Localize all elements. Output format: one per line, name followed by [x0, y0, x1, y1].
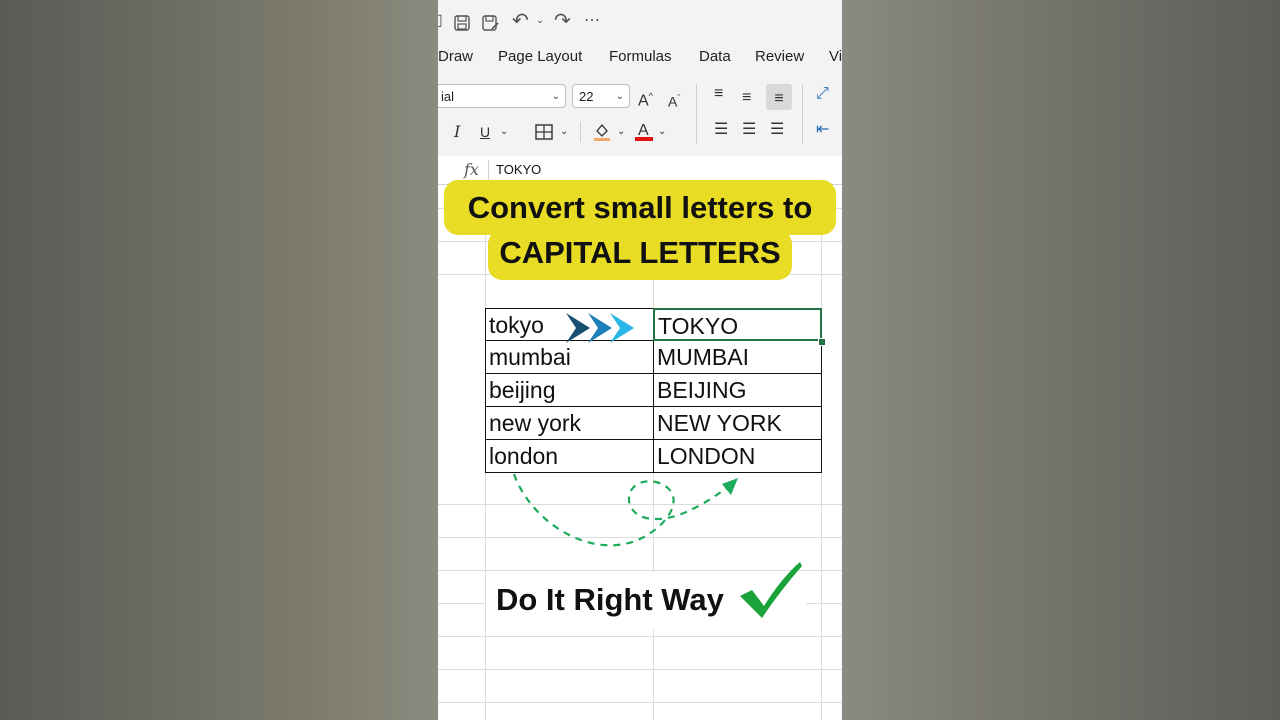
dashed-arrow-icon [512, 473, 731, 547]
blurred-background-right [842, 0, 1280, 720]
decorations [512, 313, 802, 618]
blurred-background-left [0, 0, 438, 720]
chevron-arrows-icon [566, 313, 634, 343]
excel-window: ▯ ↶ ⌄ ↷ ⋯ Draw Page Layout Formulas Data… [438, 0, 842, 720]
checkmark-icon [740, 562, 802, 618]
arrow-head-icon [722, 478, 738, 495]
